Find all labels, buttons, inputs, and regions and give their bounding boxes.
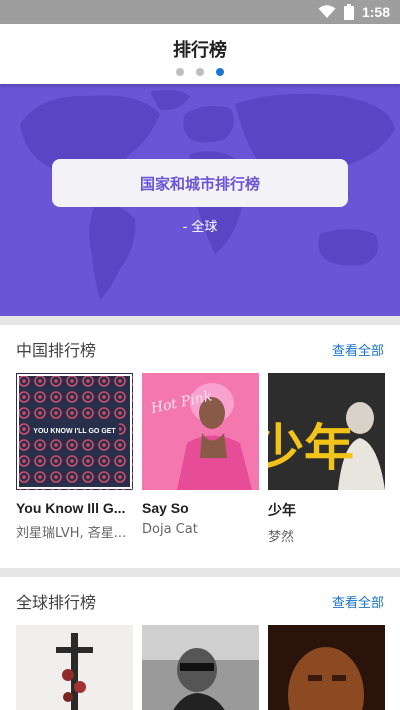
section-title: 全球排行榜 xyxy=(16,593,97,612)
song-card[interactable]: YOU KNOW I'LL GO GET You Know Ill G... 刘… xyxy=(16,373,133,545)
album-art-text: YOU KNOW I'LL GO GET xyxy=(33,428,116,435)
page-title: 排行榜 xyxy=(173,40,227,61)
global-chart-header: 全球排行榜 查看全部 xyxy=(16,589,384,613)
page-dot-2[interactable] xyxy=(196,68,204,76)
view-all-link[interactable]: 查看全部 xyxy=(332,592,384,611)
status-bar: 1:58 xyxy=(0,0,400,24)
song-card[interactable] xyxy=(268,625,385,710)
album-cover: Hot Pink xyxy=(142,373,259,490)
song-title: Say So xyxy=(142,500,189,516)
album-art-image: 少年 xyxy=(268,373,385,490)
song-artist: 梦然 xyxy=(268,530,295,545)
album-art-text: 少年 xyxy=(268,419,354,477)
song-card[interactable] xyxy=(142,625,259,710)
song-card[interactable] xyxy=(16,625,133,710)
album-art-image: Hot Pink xyxy=(142,373,259,490)
album-cover xyxy=(268,625,385,710)
album-cover: 少年 xyxy=(268,373,385,490)
song-card[interactable]: 少年 少年 梦然 xyxy=(268,373,385,545)
song-title: 少年 xyxy=(268,502,296,518)
global-chart-list xyxy=(16,625,385,710)
album-art-image xyxy=(142,625,259,710)
album-art-image: YOU KNOW I'LL GO GET xyxy=(16,373,133,490)
album-art-image xyxy=(16,625,133,710)
china-chart-header: 中国排行榜 查看全部 xyxy=(16,337,384,361)
song-artist: Doja Cat xyxy=(142,522,198,537)
album-art-image xyxy=(268,625,385,710)
wifi-icon xyxy=(318,5,336,18)
battery-icon xyxy=(343,4,354,20)
section-title: 中国排行榜 xyxy=(16,341,97,360)
banner-subtitle: - 全球 xyxy=(182,220,218,235)
view-all-link[interactable]: 查看全部 xyxy=(332,340,384,359)
page-dot-1[interactable] xyxy=(176,68,184,76)
china-chart-list: YOU KNOW I'LL GO GET You Know Ill G... 刘… xyxy=(16,373,385,545)
album-cover xyxy=(142,625,259,710)
song-title: You Know Ill G... xyxy=(16,500,126,516)
album-cover: YOU KNOW I'LL GO GET xyxy=(16,373,133,490)
app-header: 排行榜 xyxy=(0,24,400,84)
section-divider xyxy=(0,316,400,325)
status-time: 1:58 xyxy=(361,4,390,20)
section-divider xyxy=(0,568,400,577)
album-cover xyxy=(16,625,133,710)
country-city-chart-button[interactable]: 国家和城市排行榜 xyxy=(52,159,348,207)
song-artist: 刘星瑞LVH, 吝星... xyxy=(16,526,127,541)
song-card[interactable]: Hot Pink Say So Doja Cat xyxy=(142,373,259,545)
page-indicator xyxy=(0,68,400,76)
page-dot-3[interactable] xyxy=(216,68,224,76)
country-city-banner: 国家和城市排行榜 - 全球 xyxy=(0,84,400,316)
